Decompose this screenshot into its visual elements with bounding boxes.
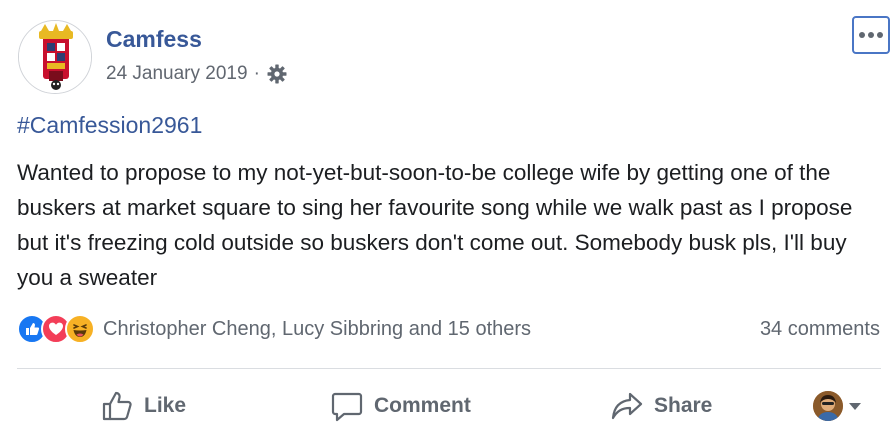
post-date[interactable]: 24 January 2019 [106, 63, 248, 85]
gear-icon[interactable] [266, 63, 288, 85]
more-dot-icon [859, 32, 865, 38]
haha-reaction-icon [65, 314, 95, 344]
reactions-summary[interactable]: Christopher Cheng, Lucy Sibbring and 15 … [17, 314, 531, 344]
camfess-logo-icon [19, 21, 91, 93]
post-meta: 24 January 2019 · [106, 63, 288, 85]
post-text: Wanted to propose to my not-yet-but-soon… [17, 160, 853, 290]
author-name[interactable]: Camfess [106, 26, 202, 53]
post-as-selector[interactable] [813, 391, 861, 421]
facebook-post: Camfess 24 January 2019 · #Camfession296… [0, 0, 894, 437]
comment-button[interactable]: Comment [330, 388, 471, 424]
share-label: Share [654, 394, 713, 417]
thumbs-up-icon [102, 391, 132, 421]
more-options-button[interactable] [852, 16, 890, 54]
comment-bubble-icon [331, 392, 363, 422]
chevron-down-icon [849, 402, 861, 410]
like-label: Like [144, 394, 187, 417]
meta-separator: · [253, 63, 260, 84]
user-avatar [813, 391, 843, 421]
share-button[interactable]: Share [610, 388, 712, 424]
page-avatar[interactable] [18, 20, 92, 94]
more-dot-icon [877, 32, 883, 38]
comment-label: Comment [374, 394, 471, 417]
reaction-names[interactable]: Christopher Cheng, Lucy Sibbring and 15 … [103, 318, 531, 341]
like-button[interactable]: Like [100, 388, 186, 424]
action-divider [17, 368, 881, 369]
more-dot-icon [868, 32, 874, 38]
comments-count[interactable]: 34 comments [760, 318, 880, 341]
share-arrow-icon [611, 392, 643, 420]
hashtag-link[interactable]: #Camfession2961 [17, 112, 202, 139]
